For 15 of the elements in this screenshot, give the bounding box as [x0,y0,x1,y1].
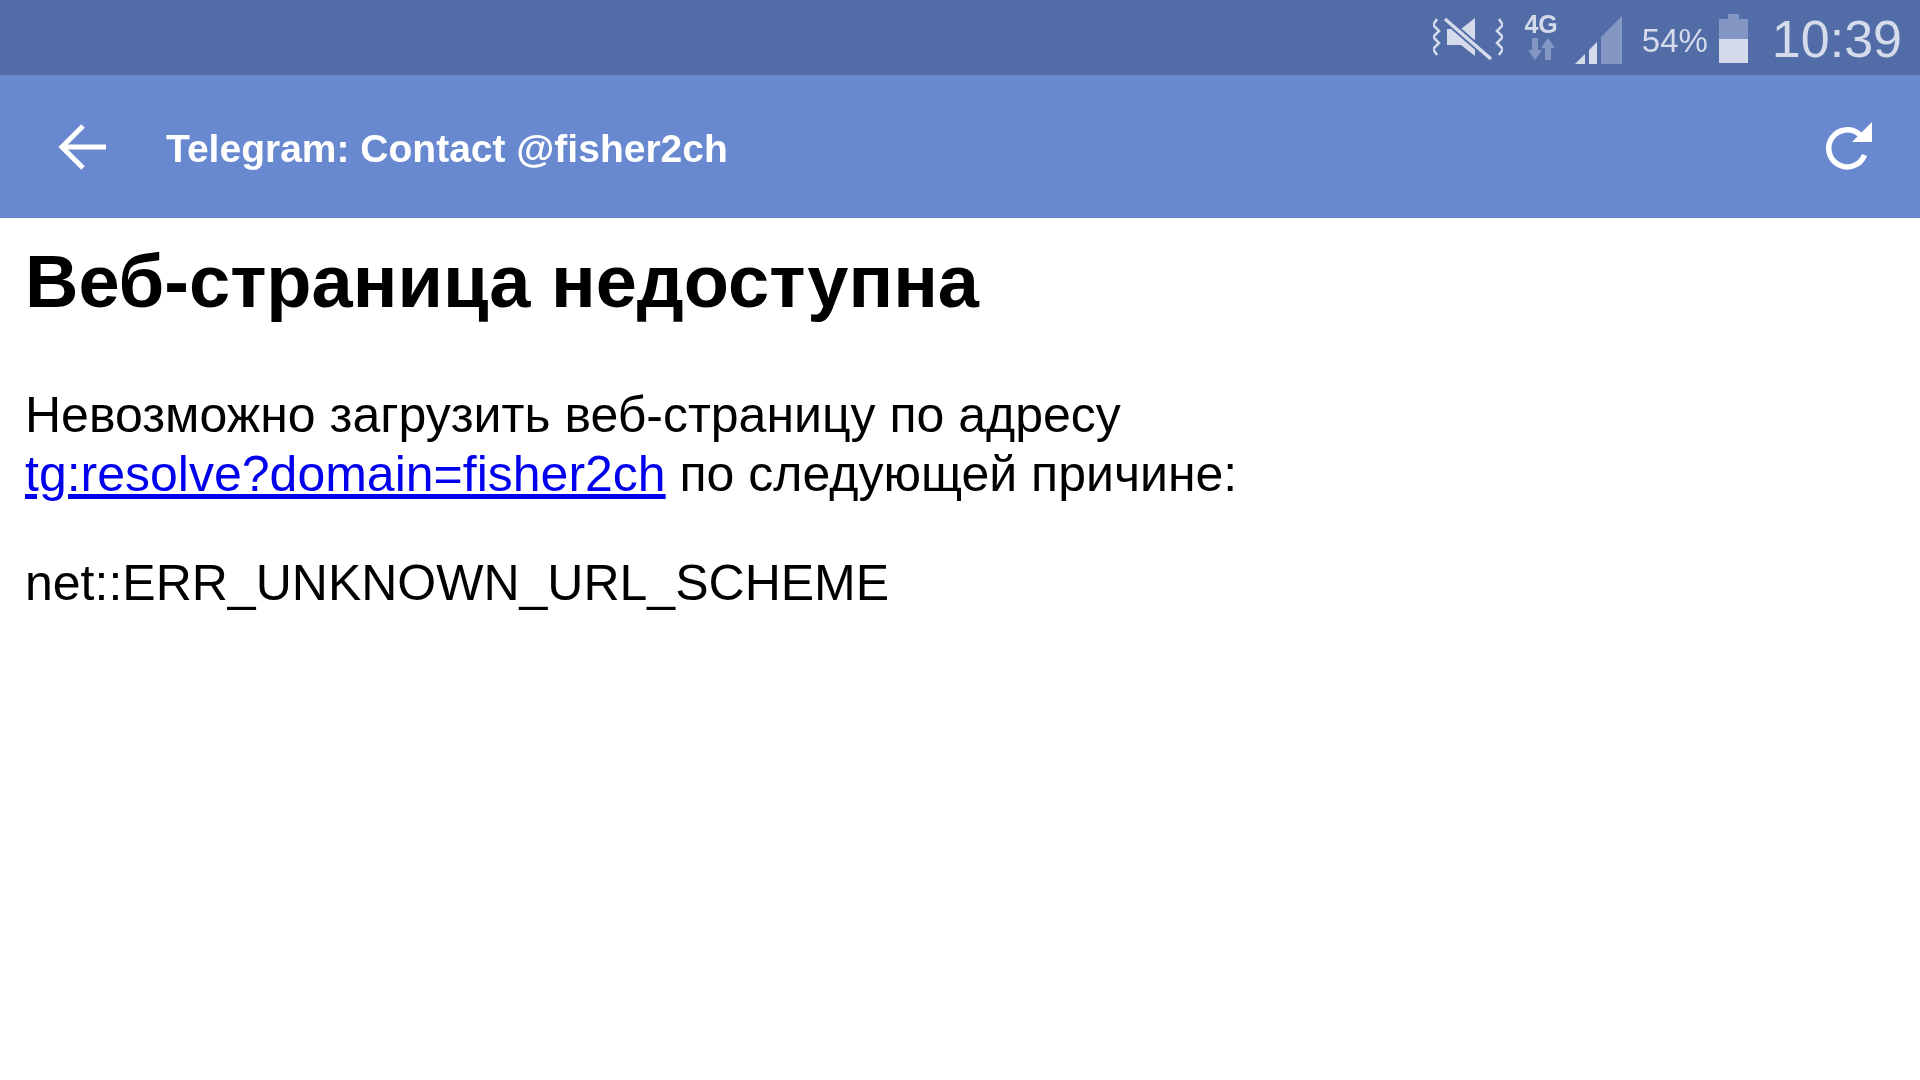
clock-time: 10:39 [1771,10,1902,67]
error-code: net::ERR_UNKNOWN_URL_SCHEME [25,554,890,613]
error-heading: Веб-страница недоступна [25,239,979,325]
url-link[interactable]: tg:resolve?domain=fisher2ch [25,446,666,502]
reload-icon [1824,121,1872,172]
data-arrows-icon [1527,37,1555,60]
page-title: Telegram: Contact @fisher2ch [166,126,728,171]
battery-icon [1718,14,1748,63]
vibrate-muted-icon [1433,15,1504,60]
network-type-label: 4G [1524,11,1558,36]
reload-button[interactable] [1824,121,1872,172]
signal-strength-icon [1574,15,1622,64]
battery-percent: 54% [1641,22,1708,59]
back-button[interactable] [58,122,106,171]
error-message: Невозможно загрузить веб-страницу по адресу tg:resolve?domain=fisher2ch по следующей причине: [25,386,1239,504]
